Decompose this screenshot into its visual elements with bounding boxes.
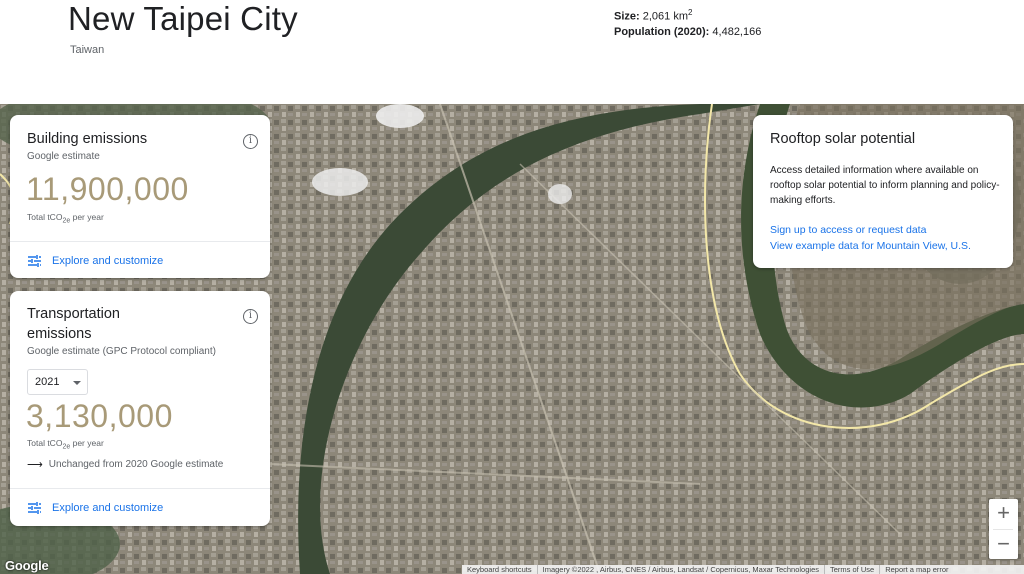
divider bbox=[10, 241, 270, 242]
zoom-controls: + − bbox=[989, 499, 1018, 559]
tune-icon bbox=[28, 255, 41, 267]
building-subtitle: Google estimate bbox=[27, 151, 100, 162]
year-value: 2021 bbox=[35, 376, 60, 388]
transportation-emissions-card: Transportation emissions i Google estima… bbox=[10, 291, 270, 526]
transport-subtitle: Google estimate (GPC Protocol compliant) bbox=[27, 346, 216, 357]
imagery-credit: Imagery ©2022 , Airbus, CNES / Airbus, L… bbox=[536, 565, 824, 574]
building-explore-label: Explore and customize bbox=[52, 255, 164, 267]
report-error-link[interactable]: Report a map error bbox=[879, 565, 953, 574]
size-sup: 2 bbox=[688, 8, 693, 17]
solar-example-link[interactable]: View example data for Mountain View, U.S… bbox=[770, 240, 971, 252]
building-unit: Total tCO2e per year bbox=[27, 212, 104, 225]
solar-signup-link[interactable]: Sign up to access or request data bbox=[770, 224, 926, 236]
size-row: Size: 2,061 km2 bbox=[614, 5, 761, 25]
city-header: New Taipei City Taiwan Size: 2,061 km2 P… bbox=[0, 0, 1024, 104]
building-explore-link[interactable]: Explore and customize bbox=[27, 254, 163, 268]
city-facts: Size: 2,061 km2 Population (2020): 4,482… bbox=[614, 5, 761, 40]
transport-explore-label: Explore and customize bbox=[52, 502, 164, 514]
year-select[interactable]: 2021 bbox=[27, 369, 88, 395]
chevron-down-icon bbox=[73, 381, 81, 385]
population-row: Population (2020): 4,482,166 bbox=[614, 25, 761, 40]
solar-body: Access detailed information where availa… bbox=[770, 165, 1000, 206]
zoom-out-button[interactable]: − bbox=[989, 530, 1018, 560]
size-label: Size: bbox=[614, 10, 640, 23]
terms-link[interactable]: Terms of Use bbox=[824, 565, 879, 574]
population-value: 4,482,166 bbox=[712, 25, 762, 38]
building-title: Building emissions bbox=[27, 131, 148, 147]
zoom-in-button[interactable]: + bbox=[989, 499, 1018, 529]
map-attribution-bar: Keyboard shortcuts Imagery ©2022 , Airbu… bbox=[462, 565, 1024, 574]
transport-unit: Total tCO2e per year bbox=[27, 438, 104, 451]
rooftop-solar-card: Rooftop solar potential Access detailed … bbox=[753, 115, 1013, 268]
info-icon[interactable]: i bbox=[243, 309, 258, 324]
country-label: Taiwan bbox=[70, 44, 105, 56]
change-label: Unchanged from 2020 Google estimate bbox=[48, 459, 224, 470]
divider bbox=[10, 488, 270, 489]
building-value: 11,900,000 bbox=[26, 171, 189, 207]
transport-explore-link[interactable]: Explore and customize bbox=[27, 501, 163, 515]
transport-value: 3,130,000 bbox=[26, 398, 173, 434]
info-icon[interactable]: i bbox=[243, 134, 258, 149]
arrow-right-icon: ⟶ bbox=[27, 459, 43, 471]
transport-change: ⟶ Unchanged from 2020 Google estimate bbox=[27, 458, 223, 471]
size-value: 2,061 km bbox=[642, 10, 688, 23]
city-title: New Taipei City bbox=[68, 0, 298, 37]
satellite-map[interactable]: Building emissions i Google estimate 11,… bbox=[0, 104, 1024, 574]
keyboard-shortcuts-link[interactable]: Keyboard shortcuts bbox=[462, 565, 537, 574]
transport-title: Transportation emissions bbox=[27, 306, 120, 342]
building-emissions-card: Building emissions i Google estimate 11,… bbox=[10, 115, 270, 278]
google-logo[interactable]: Google bbox=[5, 558, 49, 573]
tune-icon bbox=[28, 502, 41, 514]
population-label: Population (2020): bbox=[614, 25, 710, 38]
solar-title: Rooftop solar potential bbox=[770, 131, 916, 147]
